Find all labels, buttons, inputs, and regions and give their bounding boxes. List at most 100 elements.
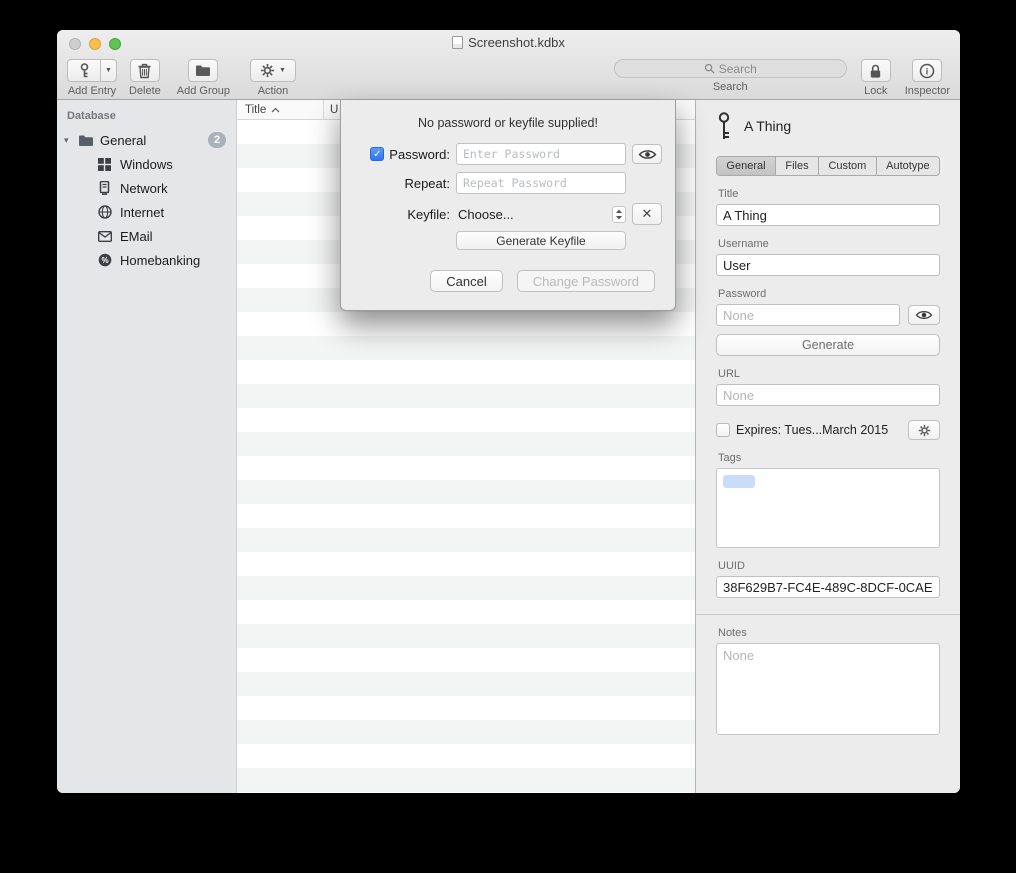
- lock-label: Lock: [864, 85, 887, 97]
- disclosure-triangle-icon[interactable]: ▾: [64, 135, 78, 146]
- action-button[interactable]: ▼: [250, 59, 296, 82]
- inspector-label: Inspector: [905, 85, 950, 97]
- sidebar-item-label: Internet: [120, 205, 164, 220]
- url-field-label: URL: [718, 368, 940, 380]
- entry-title: A Thing: [744, 118, 791, 134]
- clear-keyfile-button[interactable]: ✕: [632, 203, 662, 225]
- tab-autotype[interactable]: Autotype: [876, 157, 939, 175]
- toolbar-lock: Lock: [861, 59, 891, 97]
- search-icon: [704, 63, 715, 74]
- toolbar-inspector: i Inspector: [905, 59, 950, 97]
- delete-button[interactable]: [130, 59, 160, 82]
- delete-label: Delete: [129, 85, 161, 97]
- lock-button[interactable]: [861, 59, 891, 82]
- key-icon: [716, 111, 732, 141]
- folder-icon: [78, 134, 94, 147]
- sidebar-item-label: EMail: [120, 229, 153, 244]
- username-field[interactable]: [716, 254, 940, 276]
- action-label: Action: [258, 85, 289, 97]
- reveal-password-button[interactable]: [632, 144, 662, 164]
- svg-text:i: i: [926, 66, 929, 76]
- expires-label: Expires: Tues...March 2015: [736, 423, 888, 437]
- windows-icon: [97, 158, 112, 171]
- window-chrome: Screenshot.kdbx ▼ Add Entry: [57, 30, 960, 100]
- repeat-label: Repeat:: [404, 176, 450, 191]
- folder-plus-icon: [195, 64, 211, 77]
- change-password-button[interactable]: Change Password: [517, 270, 655, 292]
- url-field[interactable]: [716, 384, 940, 406]
- inspector-tabs: General Files Custom Autotype: [716, 156, 940, 176]
- uuid-label: UUID: [718, 560, 940, 572]
- sidebar-section-header: Database: [67, 110, 236, 122]
- info-icon: i: [919, 63, 935, 79]
- window-title: Screenshot.kdbx: [468, 35, 565, 50]
- eye-icon: [915, 309, 933, 321]
- divider: [696, 614, 960, 615]
- cancel-button[interactable]: Cancel: [430, 270, 502, 292]
- password-input[interactable]: [456, 143, 626, 165]
- title-field[interactable]: [716, 204, 940, 226]
- toolbar-search: Search Search: [614, 59, 847, 93]
- inspector-header: A Thing: [716, 106, 940, 146]
- column-header-title[interactable]: Title: [237, 100, 323, 119]
- sidebar-item-label: Windows: [120, 157, 173, 172]
- notes-field[interactable]: [716, 643, 940, 735]
- envelope-icon: [97, 231, 112, 242]
- chevron-down-icon: ▼: [279, 67, 286, 74]
- tab-custom[interactable]: Custom: [818, 157, 876, 175]
- sidebar: Database ▾ General 2: [57, 100, 237, 793]
- chevron-down-icon: ▼: [105, 67, 112, 74]
- sidebar-item-email[interactable]: EMail: [57, 224, 236, 248]
- sidebar-item-label: Network: [120, 181, 168, 196]
- keyfile-popup[interactable]: Choose...: [456, 206, 626, 223]
- sidebar-item-internet[interactable]: Internet: [57, 200, 236, 224]
- title-field-label: Title: [718, 188, 940, 200]
- expires-row: Expires: Tues...March 2015: [716, 420, 940, 440]
- globe-icon: [97, 205, 112, 219]
- svg-text:%: %: [101, 256, 108, 265]
- window-title-bar: Screenshot.kdbx: [57, 35, 960, 50]
- sort-ascending-icon: [271, 107, 280, 113]
- repeat-password-input[interactable]: [456, 172, 626, 194]
- tags-field[interactable]: [716, 468, 940, 548]
- toolbar-action: ▼ Action: [250, 59, 296, 97]
- password-checkbox[interactable]: ✓: [370, 147, 384, 161]
- tag-chip[interactable]: [723, 475, 755, 488]
- generate-keyfile-button[interactable]: Generate Keyfile: [456, 231, 626, 250]
- search-input[interactable]: Search: [614, 59, 847, 78]
- keyfile-value: Choose...: [458, 207, 514, 222]
- uuid-field[interactable]: [716, 576, 940, 598]
- entry-count-badge: 2: [208, 132, 226, 148]
- add-entry-label: Add Entry: [68, 85, 116, 97]
- trash-icon: [137, 62, 152, 79]
- password-field[interactable]: [716, 304, 900, 326]
- gear-icon: [260, 63, 275, 78]
- sidebar-item-windows[interactable]: Windows: [57, 152, 236, 176]
- search-label: Search: [713, 81, 748, 93]
- tab-files[interactable]: Files: [775, 157, 818, 175]
- username-field-label: Username: [718, 238, 940, 250]
- toolbar-add-group: Add Group: [177, 59, 230, 97]
- expires-settings-button[interactable]: [908, 420, 940, 440]
- password-dialog: No password or keyfile supplied! ✓ Passw…: [340, 100, 676, 311]
- password-field-label: Password: [718, 288, 940, 300]
- inspector-button[interactable]: i: [912, 59, 942, 82]
- expires-checkbox[interactable]: [716, 423, 730, 437]
- toolbar-delete: Delete: [129, 59, 161, 97]
- column-header-username[interactable]: U: [324, 100, 338, 119]
- tags-label: Tags: [718, 452, 940, 464]
- add-group-button[interactable]: [188, 59, 218, 82]
- tab-general[interactable]: General: [717, 157, 775, 175]
- app-window: Screenshot.kdbx ▼ Add Entry: [57, 30, 960, 793]
- notes-label: Notes: [718, 627, 940, 639]
- inspector-panel: A Thing General Files Custom Autotype Ti…: [695, 100, 960, 793]
- popup-stepper-icon: [612, 206, 626, 223]
- sidebar-group-general[interactable]: ▾ General 2: [57, 128, 236, 152]
- generate-password-button[interactable]: Generate: [716, 334, 940, 356]
- add-entry-dropdown-button[interactable]: ▼: [100, 59, 117, 82]
- add-entry-button[interactable]: [67, 59, 101, 82]
- dialog-message: No password or keyfile supplied!: [341, 116, 675, 130]
- sidebar-item-homebanking[interactable]: % Homebanking: [57, 248, 236, 272]
- reveal-password-button[interactable]: [908, 305, 940, 325]
- sidebar-item-network[interactable]: Network: [57, 176, 236, 200]
